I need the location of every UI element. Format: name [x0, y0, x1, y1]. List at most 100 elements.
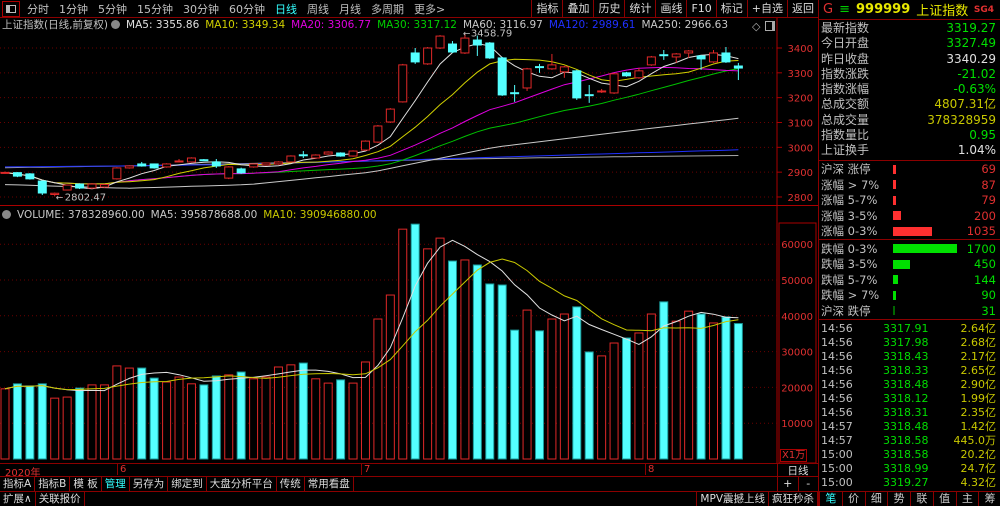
sg-badge[interactable]: SG4: [974, 5, 994, 15]
volume-bar-up[interactable]: [224, 374, 234, 460]
volume-bar-up[interactable]: [87, 384, 97, 460]
indicator-tab[interactable]: 指标B: [35, 477, 71, 491]
volume-bar-up[interactable]: [373, 318, 383, 460]
volume-bar-down[interactable]: [584, 351, 594, 460]
candle-up[interactable]: [323, 151, 333, 155]
volume-bar-down[interactable]: [12, 383, 22, 460]
volume-bar-down[interactable]: [696, 313, 706, 460]
indicator-tab[interactable]: 另存为: [130, 477, 169, 491]
volume-bar-up[interactable]: [398, 228, 408, 460]
volume-bar-up[interactable]: [112, 365, 122, 460]
panel-tab[interactable]: 筹: [978, 492, 1000, 506]
indicator-tab[interactable]: 模 板: [70, 477, 102, 491]
candle-up[interactable]: [348, 150, 358, 157]
volume-bar-up[interactable]: [50, 397, 60, 460]
volume-bar-down[interactable]: [236, 371, 246, 460]
indicator-tab[interactable]: 大盘分析平台: [207, 477, 277, 491]
panel-tab[interactable]: 值: [932, 492, 956, 506]
candle-up[interactable]: [423, 47, 433, 65]
volume-bar-up[interactable]: [62, 396, 72, 460]
candle-down[interactable]: [199, 158, 209, 162]
volume-bar-down[interactable]: [510, 329, 520, 460]
candle-up[interactable]: [373, 124, 383, 143]
candle-down[interactable]: [659, 49, 669, 60]
volume-bar-up[interactable]: [423, 248, 433, 460]
candle-down[interactable]: [149, 163, 159, 169]
candle-up[interactable]: [435, 35, 445, 49]
candle-up[interactable]: [62, 184, 72, 191]
panel-tab[interactable]: 笔: [819, 492, 842, 506]
candle-down[interactable]: [572, 69, 582, 100]
volume-bar-up[interactable]: [522, 309, 532, 460]
candle-down[interactable]: [137, 161, 147, 167]
indicator-tab[interactable]: 传统: [277, 477, 305, 491]
candle-down[interactable]: [510, 84, 520, 102]
candle-down[interactable]: [75, 183, 85, 190]
bottom-link[interactable]: 扩展∧: [0, 492, 36, 506]
volume-bar-down[interactable]: [497, 284, 507, 460]
volume-bar-down[interactable]: [472, 264, 482, 460]
volume-bar-up[interactable]: [684, 310, 694, 460]
volume-bar-down[interactable]: [211, 375, 221, 460]
volume-bar-down[interactable]: [149, 377, 159, 460]
volume-bar-up[interactable]: [460, 259, 470, 460]
candle-down[interactable]: [37, 180, 47, 195]
volume-bar-down[interactable]: [25, 385, 35, 460]
volume-bar-down[interactable]: [534, 330, 544, 460]
candle-down[interactable]: [485, 42, 495, 59]
volume-bar-up[interactable]: [559, 313, 569, 460]
candle-down[interactable]: [733, 62, 743, 81]
volume-bar-up[interactable]: [186, 383, 196, 460]
candle-down[interactable]: [25, 173, 35, 180]
volume-bar-up[interactable]: [360, 361, 370, 460]
volume-bar-up[interactable]: [174, 376, 184, 460]
volume-bar-up[interactable]: [709, 322, 719, 460]
volume-bar-down[interactable]: [485, 283, 495, 460]
volume-bar-down[interactable]: [733, 323, 743, 460]
menu-icon[interactable]: ≡: [839, 2, 850, 17]
candle-down[interactable]: [12, 172, 22, 178]
candle-down[interactable]: [236, 167, 246, 174]
candle-up[interactable]: [273, 161, 283, 165]
candle-up[interactable]: [124, 165, 134, 169]
candle-down[interactable]: [584, 84, 594, 103]
zoom-in-button[interactable]: +: [778, 477, 799, 492]
candle-up[interactable]: [286, 155, 296, 163]
candle-down[interactable]: [410, 48, 420, 64]
candle-down[interactable]: [298, 151, 308, 158]
volume-bar-up[interactable]: [249, 378, 259, 460]
period-label[interactable]: 日线: [777, 463, 818, 477]
panel-tab[interactable]: 联: [910, 492, 933, 506]
bottom-link[interactable]: 关联报价: [36, 492, 85, 506]
candle-up[interactable]: [261, 162, 271, 166]
candle-up[interactable]: [646, 55, 656, 66]
candle-up[interactable]: [609, 72, 619, 94]
panel-tab[interactable]: 细: [864, 492, 888, 506]
volume-bar-up[interactable]: [609, 342, 619, 460]
volume-bar-up[interactable]: [311, 378, 321, 460]
indicator-tab[interactable]: 绑定到: [168, 477, 207, 491]
candle-down[interactable]: [447, 41, 457, 53]
candle-up[interactable]: [174, 158, 184, 163]
volume-bar-up[interactable]: [273, 366, 283, 460]
candle-up[interactable]: [398, 63, 408, 103]
volume-bar-up[interactable]: [0, 388, 10, 460]
candle-up[interactable]: [87, 183, 97, 190]
volume-bar-up[interactable]: [385, 294, 395, 460]
candle-up[interactable]: [311, 154, 321, 159]
volume-bar-up[interactable]: [634, 332, 644, 460]
candle-up[interactable]: [522, 67, 532, 91]
volume-bar-down[interactable]: [721, 316, 731, 460]
candle-up[interactable]: [186, 157, 196, 163]
candle-up[interactable]: [249, 163, 259, 168]
indicator-tab[interactable]: 指标A: [0, 477, 36, 491]
volume-bar-up[interactable]: [671, 320, 681, 460]
volume-bar-up[interactable]: [323, 382, 333, 460]
volume-bar-down[interactable]: [410, 223, 420, 460]
volume-bar-up[interactable]: [286, 364, 296, 460]
promo-link[interactable]: 疯狂秒杀: [769, 492, 818, 506]
promo-link[interactable]: MPV震撼上线: [697, 492, 769, 506]
candle-down[interactable]: [622, 71, 631, 77]
kline-chart[interactable]: 3400 3300 3200 3100 3000 2900 2800 60000 50000 40…: [0, 0, 818, 463]
candle-up[interactable]: [634, 67, 644, 79]
